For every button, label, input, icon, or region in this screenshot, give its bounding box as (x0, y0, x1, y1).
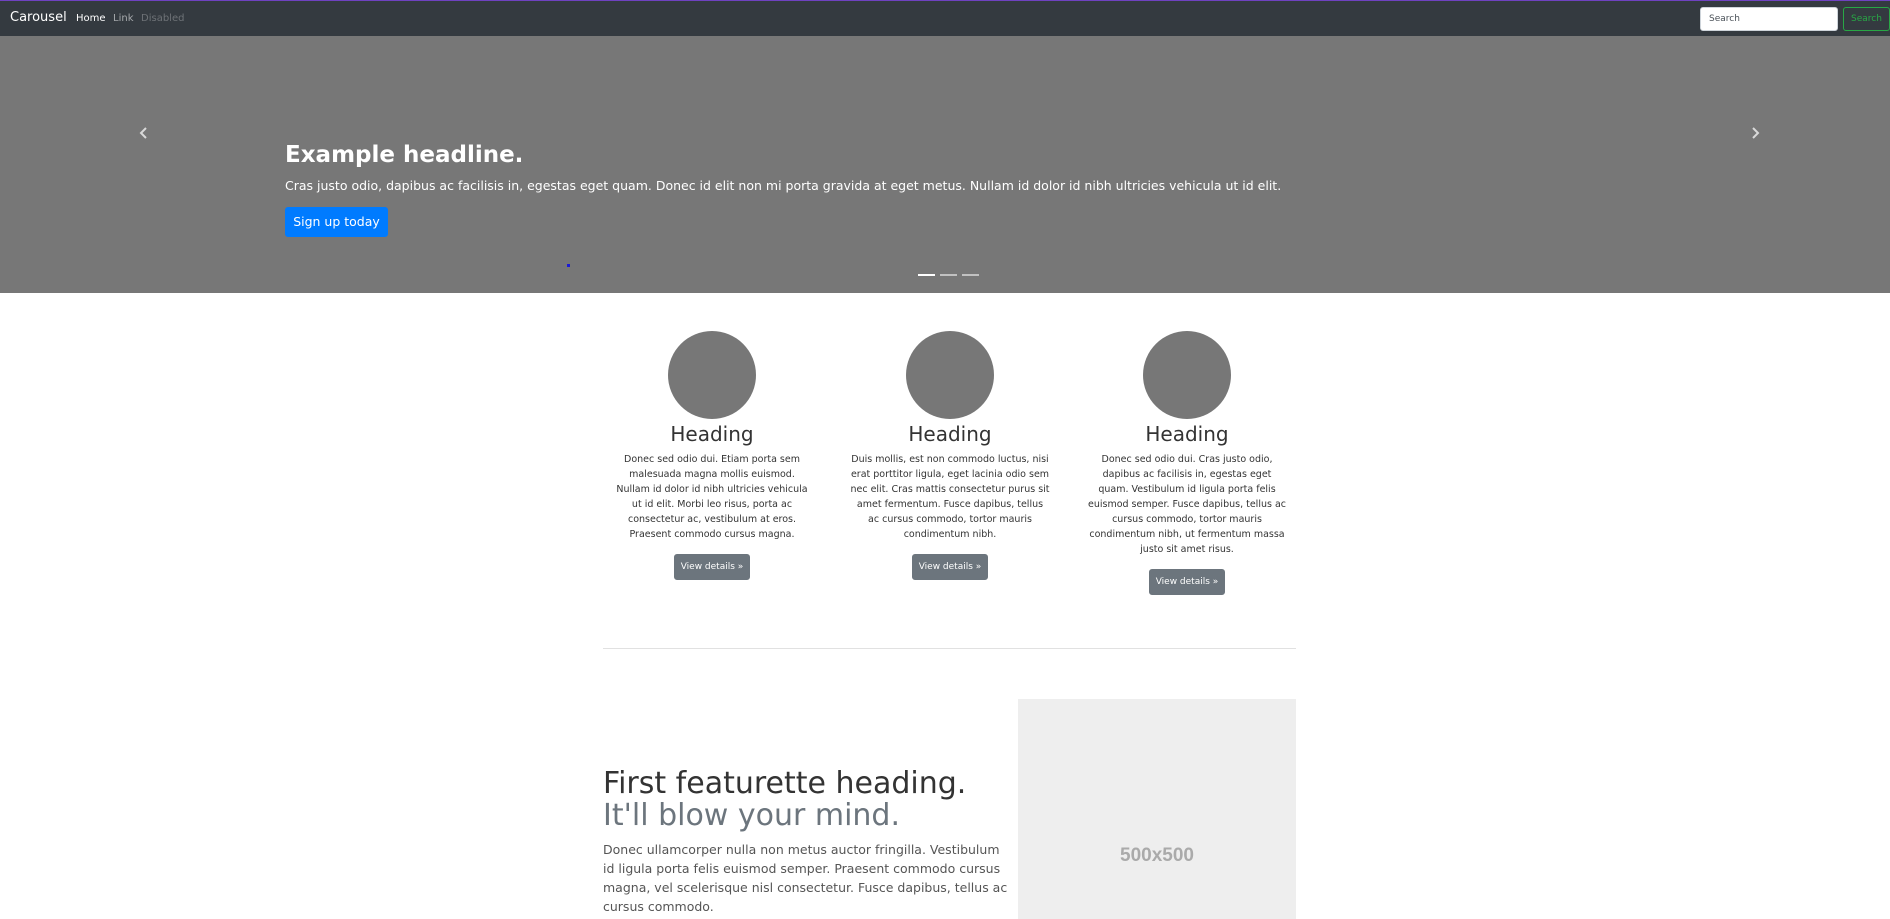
carousel-indicator-2[interactable] (940, 274, 957, 276)
column-heading: Heading (908, 422, 992, 446)
view-details-button[interactable]: View details » (673, 554, 751, 580)
carousel-lead: Cras justo odio, dapibus ac facilisis in… (285, 178, 1282, 193)
navbar: Carousel Home Link Disabled Search (0, 0, 1890, 36)
chevron-right-icon[interactable] (1748, 126, 1762, 140)
marketing-column: Heading Donec sed odio dui. Cras justo o… (1087, 331, 1287, 595)
sign-up-button[interactable]: Sign up today (285, 207, 388, 237)
placeholder-circle (1143, 331, 1231, 419)
featurette-heading-muted: It'll blow your mind. (603, 798, 901, 833)
navbar-brand[interactable]: Carousel (10, 10, 67, 25)
search-input[interactable] (1700, 7, 1838, 31)
view-details-button[interactable]: View details » (1148, 569, 1226, 595)
cursor-dot (567, 264, 570, 267)
chevron-left-icon[interactable] (137, 126, 151, 140)
column-text: Donec sed odio dui. Etiam porta sem male… (616, 454, 808, 540)
featurette-image-placeholder: 500x500 (1018, 699, 1296, 919)
column-heading: Heading (670, 422, 754, 446)
column-heading: Heading (1145, 422, 1229, 446)
search-button[interactable]: Search (1843, 7, 1890, 31)
column-text: Duis mollis, est non commodo luctus, nis… (850, 454, 1050, 540)
carousel-indicator-3[interactable] (962, 274, 979, 276)
column-text: Donec sed odio dui. Cras justo odio, dap… (1087, 454, 1286, 555)
placeholder-circle (668, 331, 756, 419)
featurette-text: Donec ullamcorper nulla non metus auctor… (603, 842, 1008, 914)
marketing-column: Heading Duis mollis, est non commodo luc… (850, 331, 1050, 580)
carousel-indicator-1[interactable] (918, 274, 935, 276)
featurette-divider (603, 648, 1296, 649)
carousel: Example headline. Cras justo odio, dapib… (0, 36, 1890, 293)
featurette-heading-main: First featurette heading. (603, 766, 967, 801)
nav-link-disabled: Disabled (141, 13, 185, 24)
placeholder-circle (906, 331, 994, 419)
carousel-headline: Example headline. (285, 142, 524, 168)
marketing-column: Heading Donec sed odio dui. Etiam porta … (612, 331, 812, 580)
nav-link-home[interactable]: Home (76, 13, 106, 24)
featurette-heading: First featurette heading. It'll blow you… (603, 768, 1003, 832)
image-size-label: 500x500 (1120, 845, 1194, 866)
nav-link-link[interactable]: Link (113, 13, 133, 24)
view-details-button[interactable]: View details » (911, 554, 989, 580)
